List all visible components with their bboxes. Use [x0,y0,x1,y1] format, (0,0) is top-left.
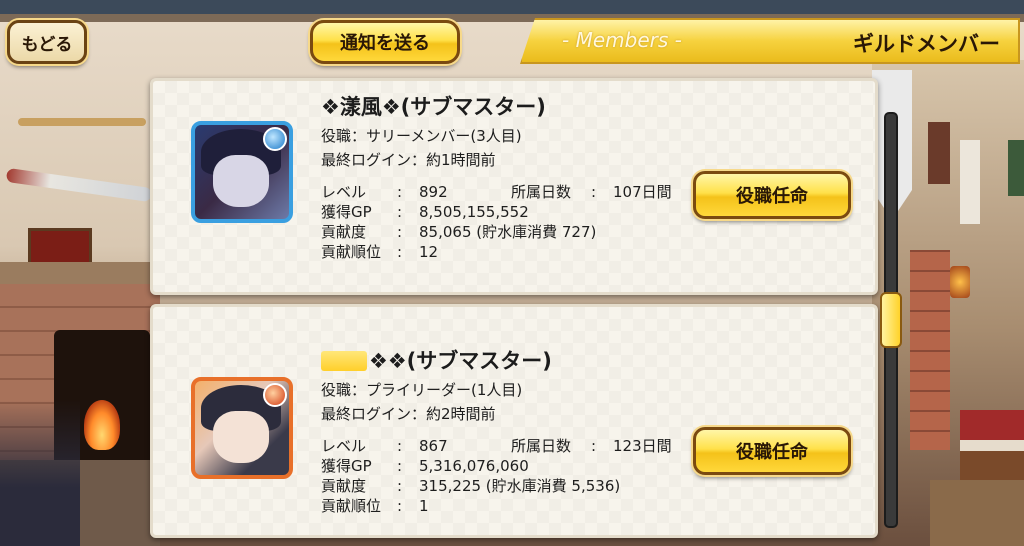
level-label: レベル [321,437,367,455]
gp-value: 5,316,076,060 [419,457,529,475]
colon: : [397,243,403,261]
role-value: サリーメンバー(3人目) [366,127,522,145]
banner-subtitle: - Members - [562,28,682,52]
gp-value: 8,505,155,552 [419,203,529,221]
last-login-line: 最終ログイン：約2時間前 [321,403,496,424]
level-value: 892 [419,183,448,201]
colon: : [591,183,597,201]
contribution-rank-line: 貢献順位:12 [321,241,438,262]
member-avatar[interactable] [191,121,293,223]
colon: : [397,457,403,475]
days-label: 所属日数 [511,183,572,201]
avatar-face [213,411,269,463]
left-decoration [0,400,80,546]
contribution-line: 貢献度:85,065 (貯水庫消費 727) [321,221,596,242]
level-line: レベル:892 所属日数:107日間 [321,181,672,202]
gp-line: 獲得GP:8,505,155,552 [321,201,529,222]
colon: : [397,477,403,495]
members-banner: - Members - ギルドメンバー [520,18,1020,64]
contribution-rank-value: 1 [419,497,429,515]
member-avatar[interactable] [191,377,293,479]
send-notification-button[interactable]: 通知を送る [310,20,460,64]
brick-pillar [910,250,950,450]
back-button[interactable]: もどる [7,20,87,64]
fire-icon [84,400,120,450]
colon: : [397,183,403,201]
avatar-face [213,155,269,207]
member-name-row: ❖❖(サブマスター) [321,345,552,375]
fire-element-icon [263,383,287,407]
wall-lamp [950,266,970,298]
crate [930,480,1024,546]
contribution-value: 85,065 (貯水庫消費 727) [419,223,597,241]
role-line: 役職：プライリーダー(1人目) [321,379,522,400]
colon: : [397,437,403,455]
member-card[interactable]: ❖❖(サブマスター) 役職：プライリーダー(1人目) 最終ログイン：約2時間前 … [150,304,878,538]
colon: : [397,497,403,515]
days-value: 123日間 [613,437,672,455]
last-login-value: 約2時間前 [426,405,496,423]
contribution-rank-value: 12 [419,243,439,261]
last-login-value: 約1時間前 [426,151,496,169]
appoint-role-button[interactable]: 役職任命 [693,427,851,475]
level-label: レベル [321,183,367,201]
days-label: 所属日数 [511,437,572,455]
redacted-name-mark [321,351,367,371]
hanging-cloth [960,140,980,224]
colon: : [397,203,403,221]
contribution-line: 貢献度:315,225 (貯水庫消費 5,536) [321,475,620,496]
hanging-cloth [1008,140,1024,196]
ceiling-beam [0,0,1024,14]
hanging-cloth [928,122,950,184]
contribution-rank-label: 貢献順位 [321,243,382,261]
level-value: 867 [419,437,448,455]
contribution-value: 315,225 (貯水庫消費 5,536) [419,477,621,495]
water-element-icon [263,127,287,151]
colon: : [591,437,597,455]
member-card[interactable]: ❖漾風❖(サブマスター) 役職：サリーメンバー(3人目) 最終ログイン：約1時間… [150,78,878,295]
member-name: ❖❖(サブマスター) [369,349,552,373]
last-login-label: 最終ログイン： [321,405,427,423]
last-login-line: 最終ログイン：約1時間前 [321,149,496,170]
role-label: 役職： [321,127,367,145]
member-name: ❖漾風❖(サブマスター) [321,95,546,119]
page-title: ギルドメンバー [853,32,1000,56]
last-login-label: 最終ログイン： [321,151,427,169]
role-value: プライリーダー(1人目) [366,381,523,399]
gp-label: 獲得GP [321,203,372,221]
role-line: 役職：サリーメンバー(3人目) [321,125,522,146]
scrollbar-thumb[interactable] [880,292,902,348]
wall-sword [18,118,146,126]
role-label: 役職： [321,381,367,399]
contribution-rank-label: 貢献順位 [321,497,382,515]
colon: : [397,223,403,241]
days-value: 107日間 [613,183,672,201]
contribution-label: 貢献度 [321,477,367,495]
level-line: レベル:867 所属日数:123日間 [321,435,672,456]
gp-label: 獲得GP [321,457,372,475]
contribution-label: 貢献度 [321,223,367,241]
gp-line: 獲得GP:5,316,076,060 [321,455,529,476]
contribution-rank-line: 貢献順位:1 [321,495,429,516]
appoint-role-button[interactable]: 役職任命 [693,171,851,219]
